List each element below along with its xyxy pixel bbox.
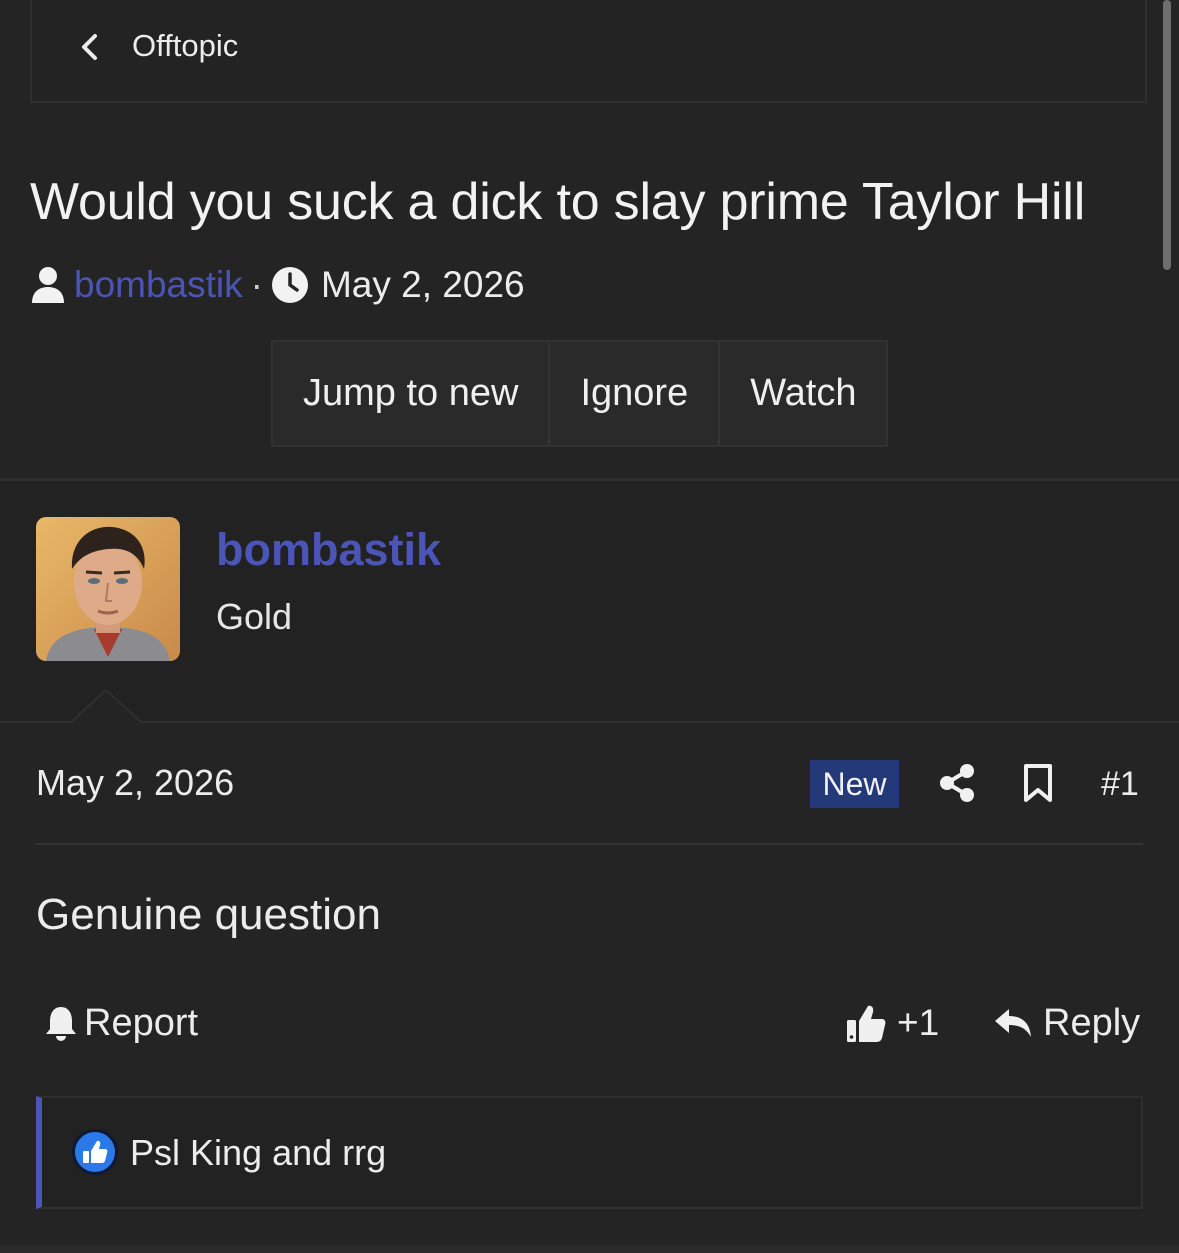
bookmark-icon[interactable] xyxy=(1022,763,1054,803)
divider xyxy=(0,1246,1179,1253)
meta-separator: · xyxy=(250,264,263,305)
post-number-link[interactable]: #1 xyxy=(1101,765,1139,804)
reply-icon xyxy=(995,1009,1031,1037)
share-icon[interactable] xyxy=(938,763,976,803)
thumbs-up-icon xyxy=(847,1005,886,1042)
reply-label: Reply xyxy=(1043,1001,1141,1044)
post-username-link[interactable]: bombastik xyxy=(216,524,441,576)
post-body: Genuine question xyxy=(36,890,381,939)
bell-icon xyxy=(46,1007,76,1041)
scrollbar[interactable] xyxy=(1163,0,1171,270)
divider xyxy=(36,843,1143,845)
watch-button[interactable]: Watch xyxy=(720,342,886,445)
chevron-left-icon xyxy=(82,34,97,60)
reply-button[interactable]: Reply xyxy=(993,998,1140,1048)
user-panel-arrow xyxy=(70,690,142,724)
ignore-button[interactable]: Ignore xyxy=(550,342,721,445)
report-button[interactable]: Report xyxy=(44,998,198,1048)
breadcrumb[interactable]: Offtopic xyxy=(30,0,1147,103)
thread-author-link[interactable]: bombastik xyxy=(74,264,243,306)
new-badge: New xyxy=(810,760,899,808)
post-date[interactable]: May 2, 2026 xyxy=(36,762,234,804)
like-reaction-icon xyxy=(72,1129,118,1175)
avatar[interactable] xyxy=(36,517,180,661)
reactions-list[interactable]: Psl King and rrg xyxy=(130,1132,386,1174)
divider xyxy=(0,721,1179,723)
thread-title: Would you suck a dick to slay prime Tayl… xyxy=(30,173,1086,231)
thread-meta: bombastik · May 2, 2026 xyxy=(30,262,525,308)
jump-to-new-button[interactable]: Jump to new xyxy=(273,342,551,445)
like-count: +1 xyxy=(897,1002,940,1043)
report-label: Report xyxy=(84,1001,199,1044)
thread-date[interactable]: May 2, 2026 xyxy=(321,264,525,306)
thread-actions: Jump to new Ignore Watch xyxy=(271,340,889,447)
user-icon xyxy=(32,267,64,303)
clock-icon xyxy=(271,267,308,303)
breadcrumb-label[interactable]: Offtopic xyxy=(132,28,238,64)
user-title: Gold xyxy=(216,596,293,637)
like-button[interactable]: +1 xyxy=(845,998,939,1048)
